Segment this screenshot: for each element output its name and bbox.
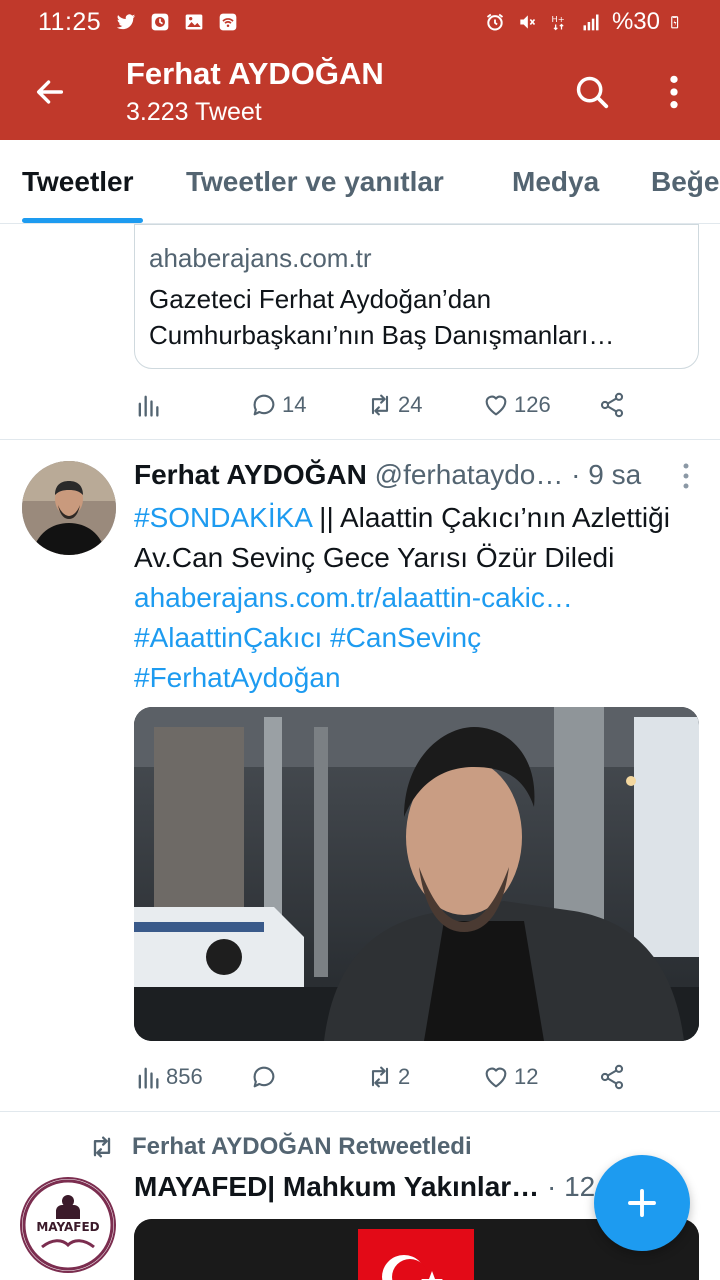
hashtag-alaattincakici[interactable]: #AlaattinÇakıcı <box>134 622 322 653</box>
tweet-actions: 14 24 126 <box>134 385 654 425</box>
clock-app-icon <box>151 13 169 31</box>
retweet-count: 2 <box>398 1064 411 1089</box>
tab-media[interactable]: Medya <box>512 166 599 198</box>
link-title: Gazeteci Ferhat Aydoğan’dan Cumhurbaşkan… <box>149 284 615 350</box>
reply-button[interactable] <box>250 1057 282 1097</box>
analytics-icon <box>138 1067 159 1089</box>
author-name[interactable]: MAYAFED| Mahkum Yakınlar… <box>134 1171 539 1202</box>
dot-separator: · <box>571 459 581 490</box>
tweet-header: Ferhat AYDOĞAN @ferhataydo… · 9 sa <box>134 459 694 499</box>
active-tab-indicator <box>22 218 143 223</box>
avatar-photo <box>22 461 116 555</box>
reply-icon <box>253 1066 275 1088</box>
profile-tabs: Tweetler Tweetler ve yanıtlar Medya Beğe <box>0 140 720 224</box>
avatar[interactable]: MAYAFED <box>20 1177 116 1273</box>
alarm-icon <box>486 13 504 31</box>
search-icon <box>576 76 609 109</box>
tab-tweets-and-replies[interactable]: Tweetler ve yanıtlar <box>186 166 444 198</box>
author-name[interactable]: Ferhat AYDOĞAN <box>134 459 367 490</box>
share-button[interactable] <box>598 1057 626 1097</box>
tab-tweets[interactable]: Tweetler <box>22 166 134 198</box>
battery-percent: %30 <box>611 8 660 35</box>
signal-icon <box>583 14 599 31</box>
twitter-icon <box>117 14 136 30</box>
tweet-options-button[interactable] <box>676 461 696 491</box>
app-bar: Ferhat AYDOĞAN 3.223 Tweet <box>0 44 720 140</box>
tweet-time: 9 sa <box>588 459 642 490</box>
retweeted-by[interactable]: Ferhat AYDOĞAN Retweetledi <box>88 1131 648 1163</box>
avatar[interactable] <box>22 461 116 555</box>
compose-tweet-button[interactable] <box>594 1155 690 1251</box>
tweet-actions: 856 2 12 <box>134 1057 654 1097</box>
profile-title: Ferhat AYDOĞAN <box>126 56 384 91</box>
link-domain: ahaberajans.com.tr <box>149 243 372 273</box>
back-button[interactable] <box>28 70 72 114</box>
heart-icon <box>485 395 507 416</box>
reply-count: 14 <box>282 392 307 417</box>
heart-icon <box>485 1067 507 1088</box>
retweet-button[interactable]: 24 <box>366 385 422 425</box>
status-system-icons: H+ %30 <box>484 8 684 36</box>
status-bar: 11:25 H+ %30 <box>0 0 720 44</box>
like-count: 12 <box>514 1064 539 1089</box>
tweet-text: #SONDAKİKA || Alaattin Çakıcı’nın Azlett… <box>134 498 714 698</box>
more-options-button[interactable] <box>652 70 696 114</box>
svg-text:H+: H+ <box>551 14 564 24</box>
tweet-image[interactable] <box>134 707 699 1041</box>
reply-button[interactable]: 14 <box>250 385 306 425</box>
battery-icon <box>671 16 679 29</box>
author-handle[interactable]: @ferhataydo… <box>375 459 564 490</box>
search-button[interactable] <box>570 70 614 114</box>
views-count: 856 <box>166 1064 203 1089</box>
status-notification-icons <box>115 12 239 32</box>
views-button[interactable] <box>134 385 166 425</box>
retweet-count: 24 <box>398 392 423 417</box>
like-button[interactable]: 126 <box>482 385 551 425</box>
mute-icon <box>520 15 536 29</box>
tweet-header: MAYAFED| Mahkum Yakınlar… · 12 <box>134 1171 604 1211</box>
share-button[interactable] <box>598 385 626 425</box>
retweet-icon <box>371 394 389 416</box>
views-button[interactable]: 856 <box>134 1057 203 1097</box>
share-icon <box>600 392 624 418</box>
retweet-icon <box>371 1066 389 1088</box>
like-button[interactable]: 12 <box>482 1057 538 1097</box>
status-time: 11:25 <box>38 7 102 36</box>
reply-icon <box>253 394 275 416</box>
mayafed-logo-text: MAYAFED <box>36 1220 99 1234</box>
hashtag-ferhataydogan[interactable]: #FerhatAydoğan <box>134 662 341 693</box>
analytics-icon <box>138 395 159 417</box>
tweet-count: 3.223 Tweet <box>126 98 262 126</box>
retweet-icon <box>93 1136 111 1158</box>
more-vertical-icon <box>670 75 678 109</box>
wifi-call-icon <box>219 13 237 31</box>
tweet-link[interactable]: ahaberajans.com.tr/alaattin-cakic… <box>134 582 573 613</box>
tweet-divider <box>0 439 720 440</box>
tweet-divider <box>0 1111 720 1112</box>
retweet-button[interactable]: 2 <box>366 1057 410 1097</box>
link-preview-card[interactable]: ahaberajans.com.tr Gazeteci Ferhat Aydoğ… <box>134 224 699 369</box>
data-h-plus-icon: H+ <box>551 14 565 31</box>
plus-icon <box>628 1189 656 1217</box>
more-vertical-icon <box>683 463 689 489</box>
retweeted-by-label: Ferhat AYDOĞAN Retweetledi <box>132 1133 472 1160</box>
hashtag-sondakika[interactable]: #SONDAKİKA <box>134 502 311 533</box>
like-count: 126 <box>514 392 551 417</box>
dot-separator: · <box>546 1171 557 1202</box>
hashtag-cansevinc[interactable]: #CanSevinç <box>330 622 481 653</box>
gallery-icon <box>185 14 203 30</box>
share-icon <box>600 1064 624 1090</box>
tweet-time: 12 <box>564 1171 596 1202</box>
arrow-left-icon <box>36 80 64 104</box>
tweet-photo <box>134 707 699 1041</box>
tab-likes[interactable]: Beğe <box>651 166 719 198</box>
mayafed-logo: MAYAFED <box>22 1179 114 1271</box>
